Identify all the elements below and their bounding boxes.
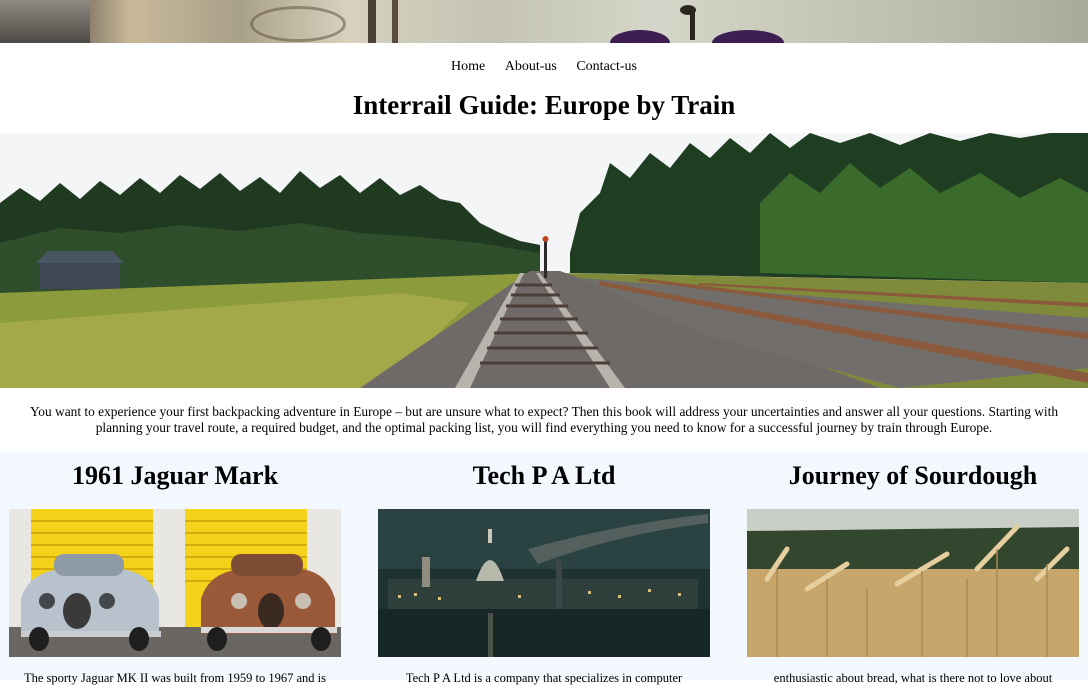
- rope-coil: [250, 6, 346, 42]
- card-description: The sporty Jaguar MK II was built from 1…: [23, 671, 327, 685]
- mooring-post: [368, 0, 376, 43]
- london-night-illustration: [378, 509, 710, 657]
- card-title: Tech P A Ltd: [472, 461, 616, 490]
- main-nav: Home About-us Contact-us: [0, 59, 1088, 75]
- railway-landscape: [0, 133, 1088, 388]
- mooring-post: [392, 0, 398, 43]
- card-sourdough: Journey of Sourdough enthusiastic about …: [747, 452, 1079, 685]
- nav-link-about-us[interactable]: About-us: [505, 59, 557, 74]
- card-title: Journey of Sourdough: [788, 461, 1038, 490]
- jaguar-cars-illustration: [9, 509, 341, 657]
- top-banner-image: [0, 0, 1088, 43]
- intro-paragraph: You want to experience your first backpa…: [29, 404, 1059, 435]
- nav-link-home[interactable]: Home: [451, 59, 485, 74]
- bird-shape: [610, 30, 670, 43]
- card-section: 1961 Jaguar Mark The sporty Jaguar MK II…: [0, 452, 1088, 685]
- wheat-field-illustration: [747, 509, 1079, 657]
- card-image-tech[interactable]: [378, 509, 710, 657]
- card-image-sourdough[interactable]: [747, 509, 1079, 657]
- nav-link-contact-us[interactable]: Contact-us: [576, 59, 637, 74]
- card-description: enthusiastic about bread, what is there …: [773, 671, 1053, 685]
- card-description: Tech P A Ltd is a company that specializ…: [405, 671, 683, 685]
- card-title: 1961 Jaguar Mark: [71, 461, 279, 490]
- card-image-jaguar[interactable]: [9, 509, 341, 657]
- boat-hull: [0, 0, 90, 43]
- card-jaguar: 1961 Jaguar Mark The sporty Jaguar MK II…: [9, 452, 341, 685]
- card-tech: Tech P A Ltd Tech P A Ltd is a company t…: [378, 452, 710, 685]
- hero-railway-image: [0, 133, 1088, 388]
- bird-shape: [712, 30, 784, 43]
- bird-head: [680, 5, 696, 15]
- page-title: Interrail Guide: Europe by Train: [352, 90, 736, 120]
